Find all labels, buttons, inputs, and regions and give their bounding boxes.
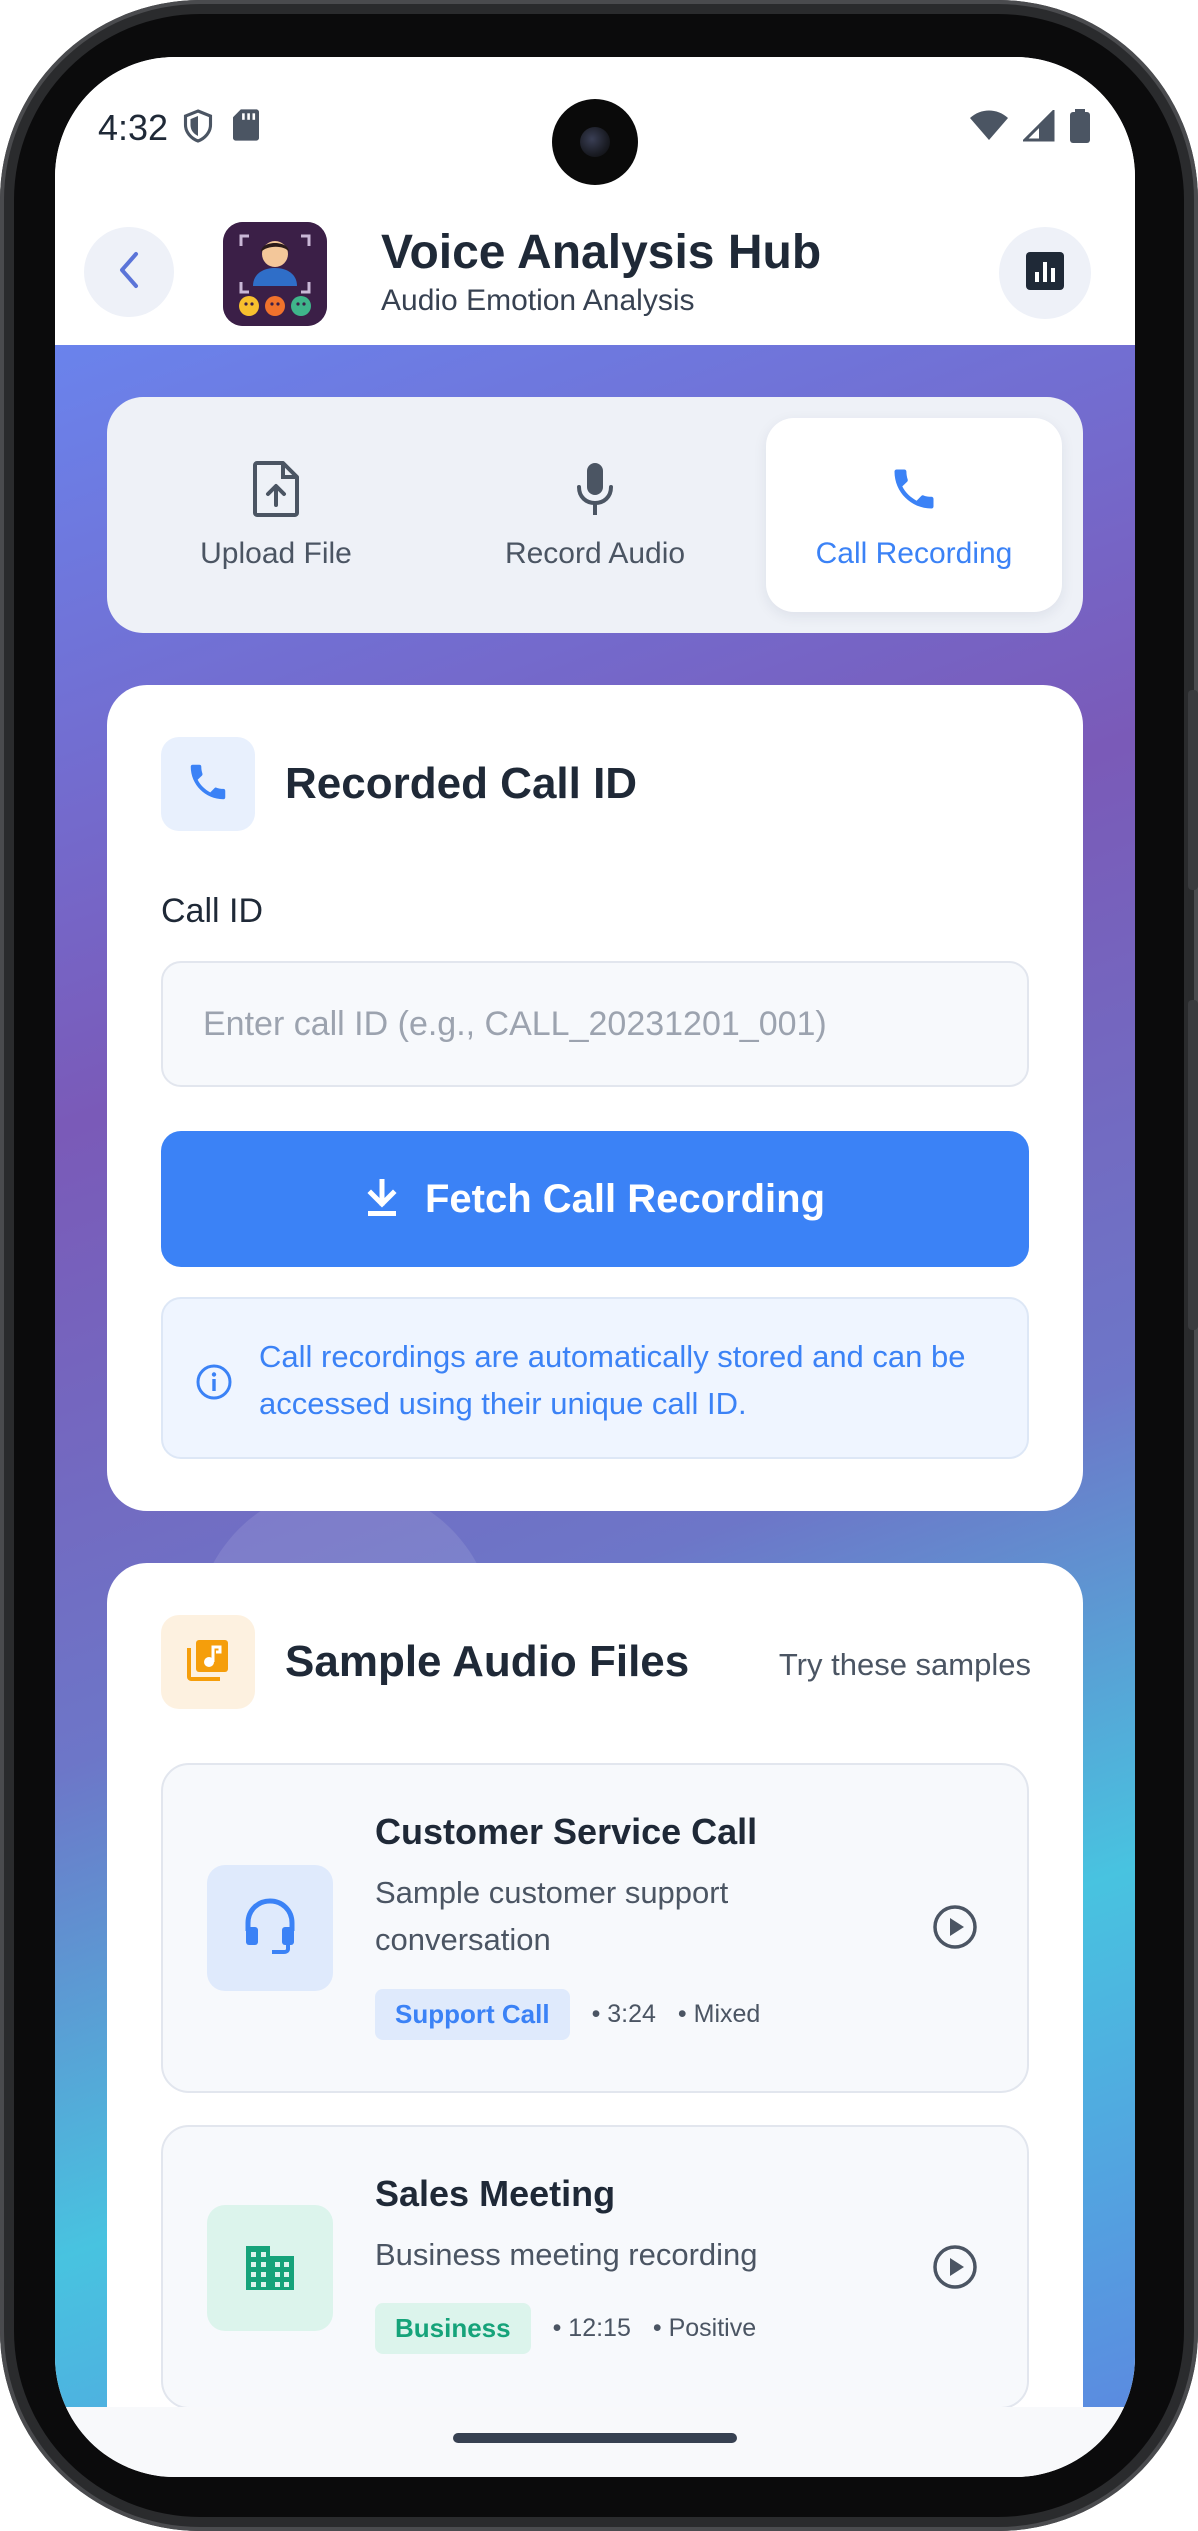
sample-description: Business meeting recording xyxy=(375,2237,758,2272)
status-bar: 4:32 xyxy=(55,57,1135,207)
home-indicator[interactable] xyxy=(453,2433,737,2443)
app-title: Voice Analysis Hub xyxy=(381,226,822,279)
front-camera xyxy=(552,99,638,185)
tab-record-audio[interactable]: Record Audio xyxy=(447,418,743,612)
sample-title: Customer Service Call xyxy=(375,1811,758,1852)
call-card-title: Recorded Call ID xyxy=(285,759,638,808)
call-id-label: Call ID xyxy=(161,892,264,930)
sample-title: Sales Meeting xyxy=(375,2173,616,2214)
headset-icon xyxy=(242,1897,298,1960)
app-logo xyxy=(223,222,327,326)
shield-icon xyxy=(183,109,213,148)
sample-meta: Support Call • 3:24 • Mixed xyxy=(375,1989,760,2040)
app-subtitle: Audio Emotion Analysis xyxy=(381,284,695,317)
status-time: 4:32 xyxy=(98,107,169,148)
fetch-button-label: Fetch Call Recording xyxy=(424,1176,826,1221)
music-library-icon xyxy=(185,1637,231,1688)
download-icon xyxy=(365,1178,399,1220)
sample-audio-card: Sample Audio Files Try these samples Cus… xyxy=(107,1563,1083,2407)
play-circle-icon xyxy=(932,1904,978,1955)
phone-icon xyxy=(888,459,940,519)
tab-label: Record Audio xyxy=(504,537,686,570)
sample-duration: • 12:15 xyxy=(552,2314,631,2342)
fetch-call-recording-button[interactable]: Fetch Call Recording xyxy=(161,1131,1029,1267)
tab-label: Call Recording xyxy=(815,537,1013,570)
sample-icon-box xyxy=(207,1865,333,1991)
info-text: Call recordings are automatically stored… xyxy=(259,1339,966,1421)
phone-icon xyxy=(185,759,231,810)
mode-tabs: Upload File Record Audio Call Recording xyxy=(107,397,1083,633)
chevron-left-icon xyxy=(114,250,144,295)
play-circle-icon xyxy=(932,2244,978,2295)
tab-label: Upload File xyxy=(200,537,352,570)
sample-badge: Business xyxy=(375,2303,531,2354)
stats-button[interactable] xyxy=(999,227,1091,319)
call-card-icon-box xyxy=(161,737,255,831)
tab-upload-file[interactable]: Upload File xyxy=(128,418,424,612)
mic-icon xyxy=(575,459,615,519)
back-button[interactable] xyxy=(84,227,174,317)
sample-meta: Business • 12:15 • Positive xyxy=(375,2303,756,2354)
tab-call-recording[interactable]: Call Recording xyxy=(766,418,1062,612)
wifi-icon xyxy=(969,110,1009,147)
app-header: Voice Analysis Hub Audio Emotion Analysi… xyxy=(55,207,1135,345)
sd-card-icon xyxy=(233,109,259,148)
main-content: Upload File Record Audio Call Recording xyxy=(55,345,1135,2407)
info-box: Call recordings are automatically stored… xyxy=(161,1297,1029,1459)
samples-card-icon-box xyxy=(161,1615,255,1709)
status-left-icons xyxy=(183,109,259,148)
sample-item-customer-service[interactable]: Customer Service Call Sample customer su… xyxy=(161,1763,1029,2093)
sample-icon-box xyxy=(207,2205,333,2331)
sample-sentiment: • Positive xyxy=(652,2314,757,2342)
status-right-icons xyxy=(969,108,1091,148)
bar-chart-icon xyxy=(1026,251,1064,295)
sample-sentiment: • Mixed xyxy=(677,2000,761,2028)
gesture-bar xyxy=(55,2407,1135,2477)
volume-button xyxy=(1188,690,1198,890)
cell-signal-icon xyxy=(1021,108,1055,147)
sample-badge: Support Call xyxy=(375,1989,570,2040)
upload-file-icon xyxy=(253,459,299,519)
screen: 4:32 Voice Analysis Hub Audio Emotion An… xyxy=(55,57,1135,2477)
play-button[interactable] xyxy=(927,2241,983,2297)
call-id-input[interactable] xyxy=(161,961,1029,1087)
play-button[interactable] xyxy=(927,1901,983,1957)
sample-item-sales-meeting[interactable]: Sales Meeting Business meeting recording… xyxy=(161,2125,1029,2407)
battery-icon xyxy=(1069,109,1091,148)
sample-description: Sample customer support conversation xyxy=(375,1875,729,1957)
building-icon xyxy=(242,2240,298,2297)
samples-card-title: Sample Audio Files xyxy=(285,1637,690,1686)
samples-hint: Try these samples xyxy=(778,1647,1031,1682)
recorded-call-card: Recorded Call ID Call ID Fetch Call Reco… xyxy=(107,685,1083,1511)
power-button xyxy=(1188,1000,1198,1330)
info-icon xyxy=(195,1363,233,1406)
sample-duration: • 3:24 xyxy=(591,2000,656,2028)
